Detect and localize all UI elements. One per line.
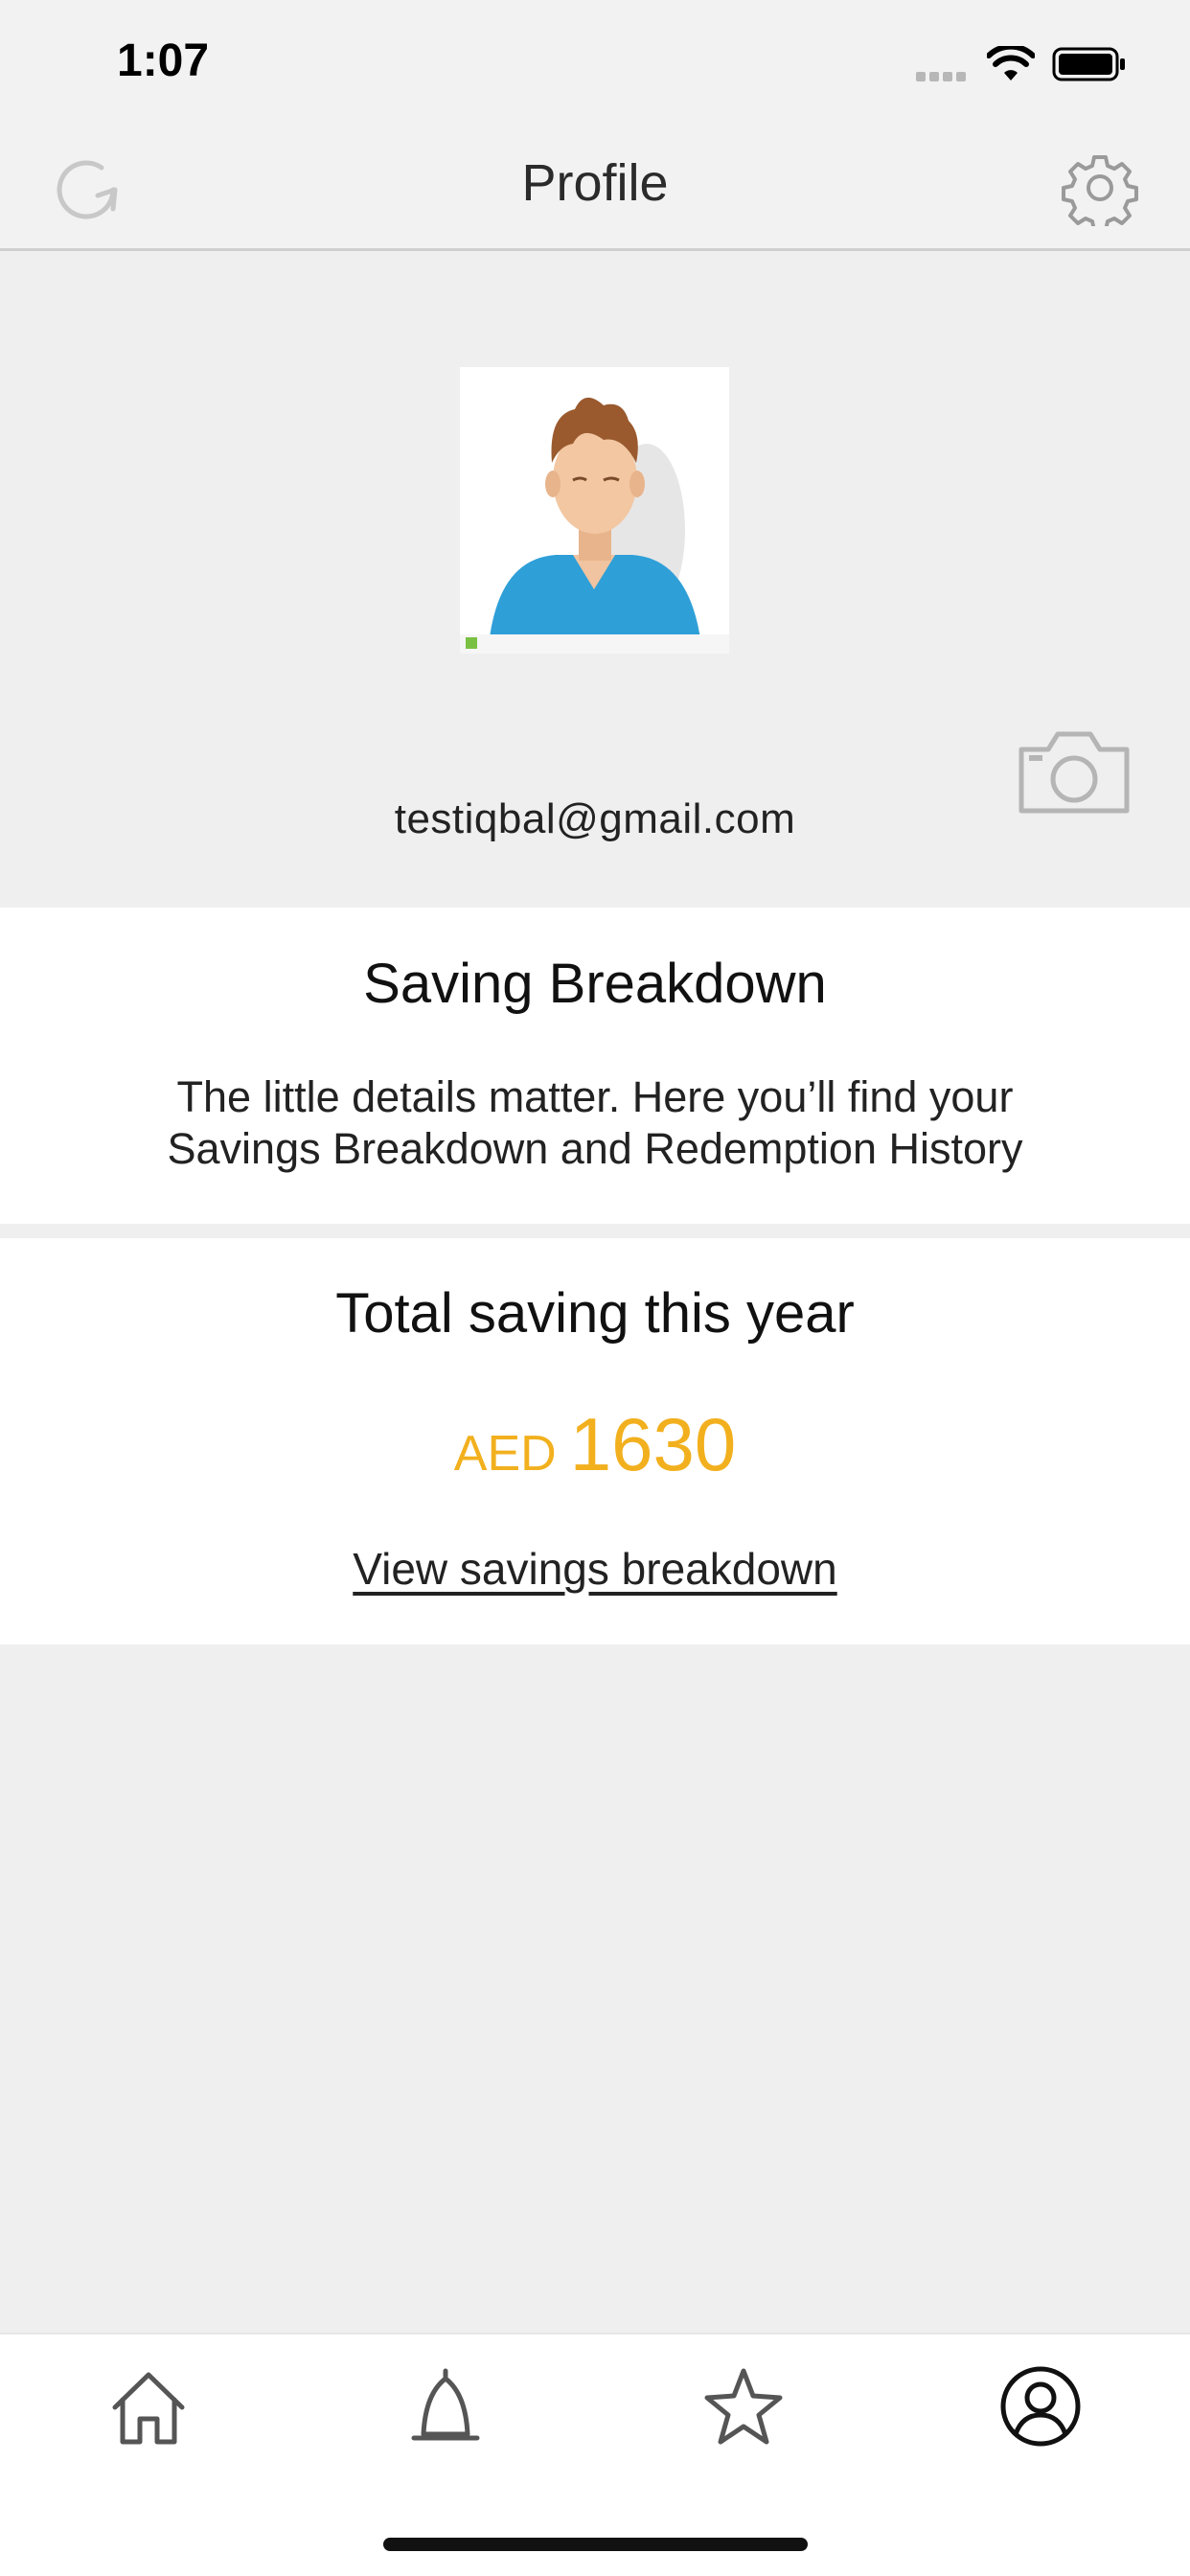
home-icon[interactable] [107,2365,190,2448]
cellular-signal-icon [916,69,970,81]
battery-icon [1052,47,1125,81]
total-saving-amount: AED 1630 [0,1401,1190,1488]
saving-breakdown-description: The little details matter. Here you’ll f… [167,1072,1023,1173]
total-saving-title: Total saving this year [335,1282,855,1345]
view-savings-breakdown-link[interactable]: View savings breakdown [0,1543,1190,1595]
star-icon[interactable] [702,2365,785,2448]
wifi-icon [987,46,1035,80]
status-time: 1:07 [117,35,210,86]
bell-icon[interactable] [404,2365,487,2448]
saving-breakdown-title: Saving Breakdown [363,953,827,1015]
gear-icon[interactable] [1062,150,1138,226]
page-title: Profile [521,154,669,212]
user-circle-icon[interactable] [999,2365,1082,2448]
avatar-illustration [460,367,729,654]
amount-value: 1630 [569,1402,737,1486]
currency-label: AED [453,1426,557,1482]
profile-email: testiqbal@gmail.com [394,795,796,842]
avatar[interactable] [460,367,729,654]
home-indicator [383,2538,808,2551]
